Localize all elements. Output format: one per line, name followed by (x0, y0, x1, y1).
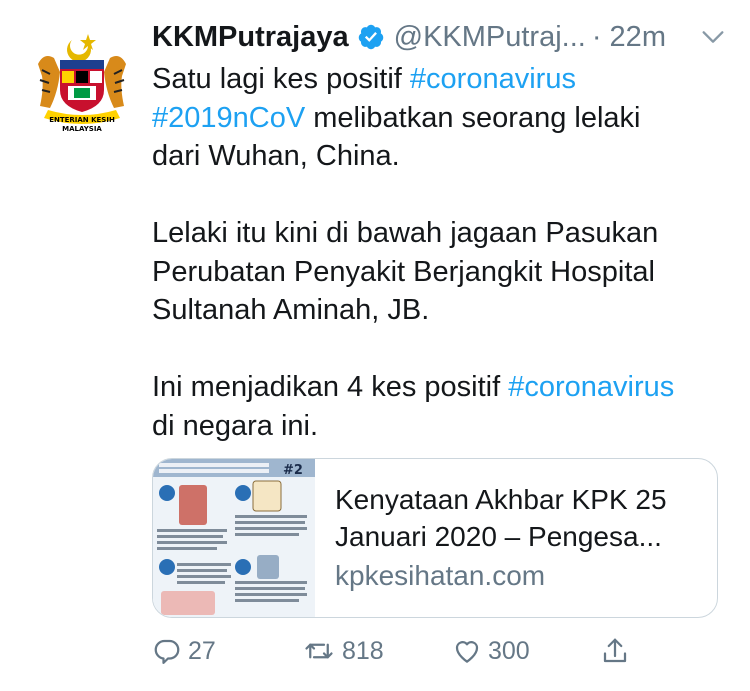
retweet-button[interactable]: 818 (302, 630, 384, 672)
card-domain: kpkesihatan.com (335, 560, 546, 591)
tweet-content: KKMPutrajaya @KKMPutraj... · 22m Satu la… (152, 14, 727, 445)
tweet-text-segment: di negara ini. (152, 409, 319, 442)
card-body: Kenyataan Akhbar KPK 25 Januari 2020 – P… (315, 459, 667, 617)
display-name[interactable]: KKMPutrajaya (152, 21, 349, 54)
tweet-text-line: di negara ini. (152, 407, 727, 446)
retweet-icon (302, 636, 342, 666)
tweet-text: Satu lagi kes positif #coronavirus #2019n… (152, 60, 727, 445)
tweet-timestamp[interactable]: · 22m (592, 21, 666, 54)
tweet-actions: 27 818 300 (152, 630, 642, 672)
tweet-text-line: Sultanah Aminah, JB. (152, 291, 727, 330)
tweet-text-segment: dari Wuhan, China. (152, 140, 400, 172)
tweet-text-line: Ini menjadikan 4 kes positif #coronaviru… (152, 368, 727, 407)
link-card[interactable]: #2 Kenyataan Akhbar KPK 25 Januari 2020 (152, 458, 718, 618)
tweet-text-gap (152, 330, 727, 369)
like-button[interactable]: 300 (452, 630, 530, 672)
tweet-text-line: Satu lagi kes positif #coronavirus (152, 60, 727, 99)
tweet-text-segment: Satu lagi kes positif (152, 63, 410, 95)
share-button[interactable] (600, 630, 636, 672)
card-title-line2: Januari 2020 – Pengesa... (335, 521, 662, 552)
hashtag-link[interactable]: #2019nCoV (152, 102, 305, 134)
like-count: 300 (488, 636, 530, 665)
logo-line1: ENTERIAN KESIH (49, 116, 115, 124)
tweet-text-line: #2019nCoV melibatkan seorang lelaki (152, 99, 727, 138)
card-title-line1: Kenyataan Akhbar KPK 25 (335, 484, 667, 515)
tweet-text-segment: Perubatan Penyakit Berjangkit Hospital (152, 255, 655, 288)
tweet-text-line: dari Wuhan, China. (152, 137, 727, 176)
thumb-badge: #2 (283, 463, 303, 478)
tweet-text-segment: Sultanah Aminah, JB. (152, 294, 430, 326)
tweet-text-line: Perubatan Penyakit Berjangkit Hospital (152, 253, 727, 292)
hashtag-link[interactable]: #coronavirus (410, 63, 576, 95)
reply-count: 27 (188, 636, 216, 665)
heart-icon (452, 636, 488, 666)
chevron-down-icon[interactable] (699, 23, 727, 51)
tweet-text-gap (152, 176, 727, 215)
logo-line2: MALAYSIA (62, 125, 102, 133)
tweet-text-segment: Lelaki itu kini di bawah jagaan Pasukan (152, 217, 659, 249)
reply-icon (152, 636, 188, 666)
kkm-crest-logo: ENTERIAN KESIH MALAYSIA (24, 24, 140, 140)
tweet-header: KKMPutrajaya @KKMPutraj... · 22m (152, 14, 727, 60)
tweet-text-segment: melibatkan seorang lelaki (305, 101, 641, 134)
hashtag-link[interactable]: #coronavirus (508, 371, 674, 403)
avatar[interactable]: ENTERIAN KESIH MALAYSIA (24, 24, 140, 140)
verified-badge-icon (357, 23, 385, 51)
share-icon (600, 636, 636, 666)
user-handle[interactable]: @KKMPutraj... (394, 21, 586, 54)
retweet-count: 818 (342, 636, 384, 665)
reply-button[interactable]: 27 (152, 630, 216, 672)
tweet-text-line: Lelaki itu kini di bawah jagaan Pasukan (152, 214, 727, 253)
tweet-text-segment: Ini menjadikan 4 kes positif (152, 371, 509, 403)
card-thumbnail: #2 (153, 459, 315, 617)
